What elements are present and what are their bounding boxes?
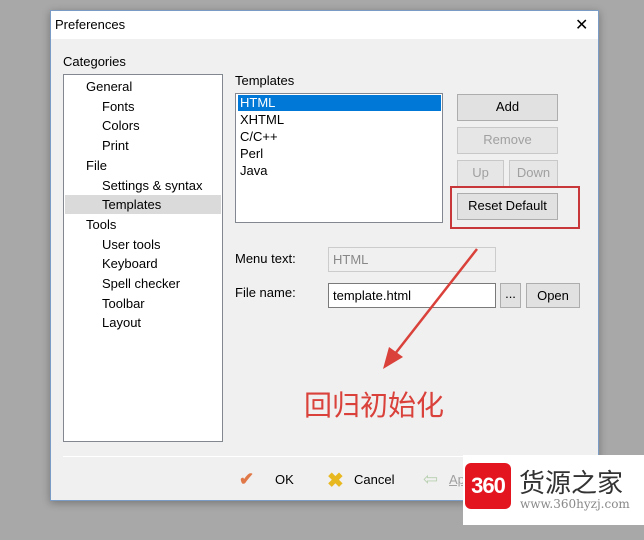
templates-list[interactable]: HTML XHTML C/C++ Perl Java <box>235 93 443 223</box>
title-bar: Preferences ✕ <box>51 11 598 39</box>
tree-item-tools[interactable]: Tools <box>65 215 221 234</box>
browse-button[interactable]: ... <box>500 283 521 308</box>
watermark-name: 货源之家 <box>519 468 624 498</box>
tree-item-layout[interactable]: Layout <box>65 313 221 332</box>
apply-arrow-icon: ⇦ <box>423 469 439 489</box>
close-icon[interactable]: ✕ <box>575 15 588 35</box>
checkmark-icon: ✔ <box>239 469 255 489</box>
templates-label: Templates <box>235 73 295 88</box>
file-name-label: File name: <box>235 285 296 300</box>
menu-text-label: Menu text: <box>235 251 296 266</box>
preferences-dialog: Preferences ✕ Categories General Fonts Col… <box>50 10 599 501</box>
tree-item-file[interactable]: File <box>65 156 221 175</box>
watermark-logo: 360 <box>465 463 511 509</box>
categories-label: Categories <box>63 54 126 69</box>
ok-label: OK <box>275 472 294 487</box>
watermark-url: www.360hyzj.com <box>520 497 630 511</box>
template-item[interactable]: Java <box>238 163 441 179</box>
template-item[interactable]: Perl <box>238 146 441 162</box>
tree-item-print[interactable]: Print <box>65 136 221 155</box>
tree-item-spell-checker[interactable]: Spell checker <box>65 274 221 293</box>
tree-item-general[interactable]: General <box>65 77 221 96</box>
annotation-text: 回归初始化 <box>304 389 445 422</box>
open-button[interactable]: Open <box>526 283 580 308</box>
up-button[interactable]: Up <box>457 160 504 187</box>
categories-tree[interactable]: General Fonts Colors Print File Settings & sy… <box>63 74 223 442</box>
window-title: Preferences <box>55 17 126 32</box>
template-item[interactable]: XHTML <box>238 112 441 128</box>
remove-button[interactable]: Remove <box>457 127 558 154</box>
tree-item-fonts[interactable]: Fonts <box>65 97 221 116</box>
tree-item-colors[interactable]: Colors <box>65 116 221 135</box>
watermark: 360 货源之家 www.360hyzj.com <box>463 455 644 525</box>
template-item[interactable]: C/C++ <box>238 129 441 145</box>
tree-item-keyboard[interactable]: Keyboard <box>65 254 221 273</box>
tree-item-settings-syntax[interactable]: Settings & syntax <box>65 176 221 195</box>
annotation-arrow <box>383 248 478 369</box>
tree-item-templates[interactable]: Templates <box>65 195 221 215</box>
cancel-x-icon: ✖ <box>327 470 344 492</box>
add-button[interactable]: Add <box>457 94 558 121</box>
down-button[interactable]: Down <box>509 160 558 187</box>
cancel-label: Cancel <box>354 472 395 487</box>
highlight-box <box>450 186 580 229</box>
tree-item-toolbar[interactable]: Toolbar <box>65 294 221 313</box>
tree-item-user-tools[interactable]: User tools <box>65 235 221 254</box>
template-item[interactable]: HTML <box>238 95 441 111</box>
